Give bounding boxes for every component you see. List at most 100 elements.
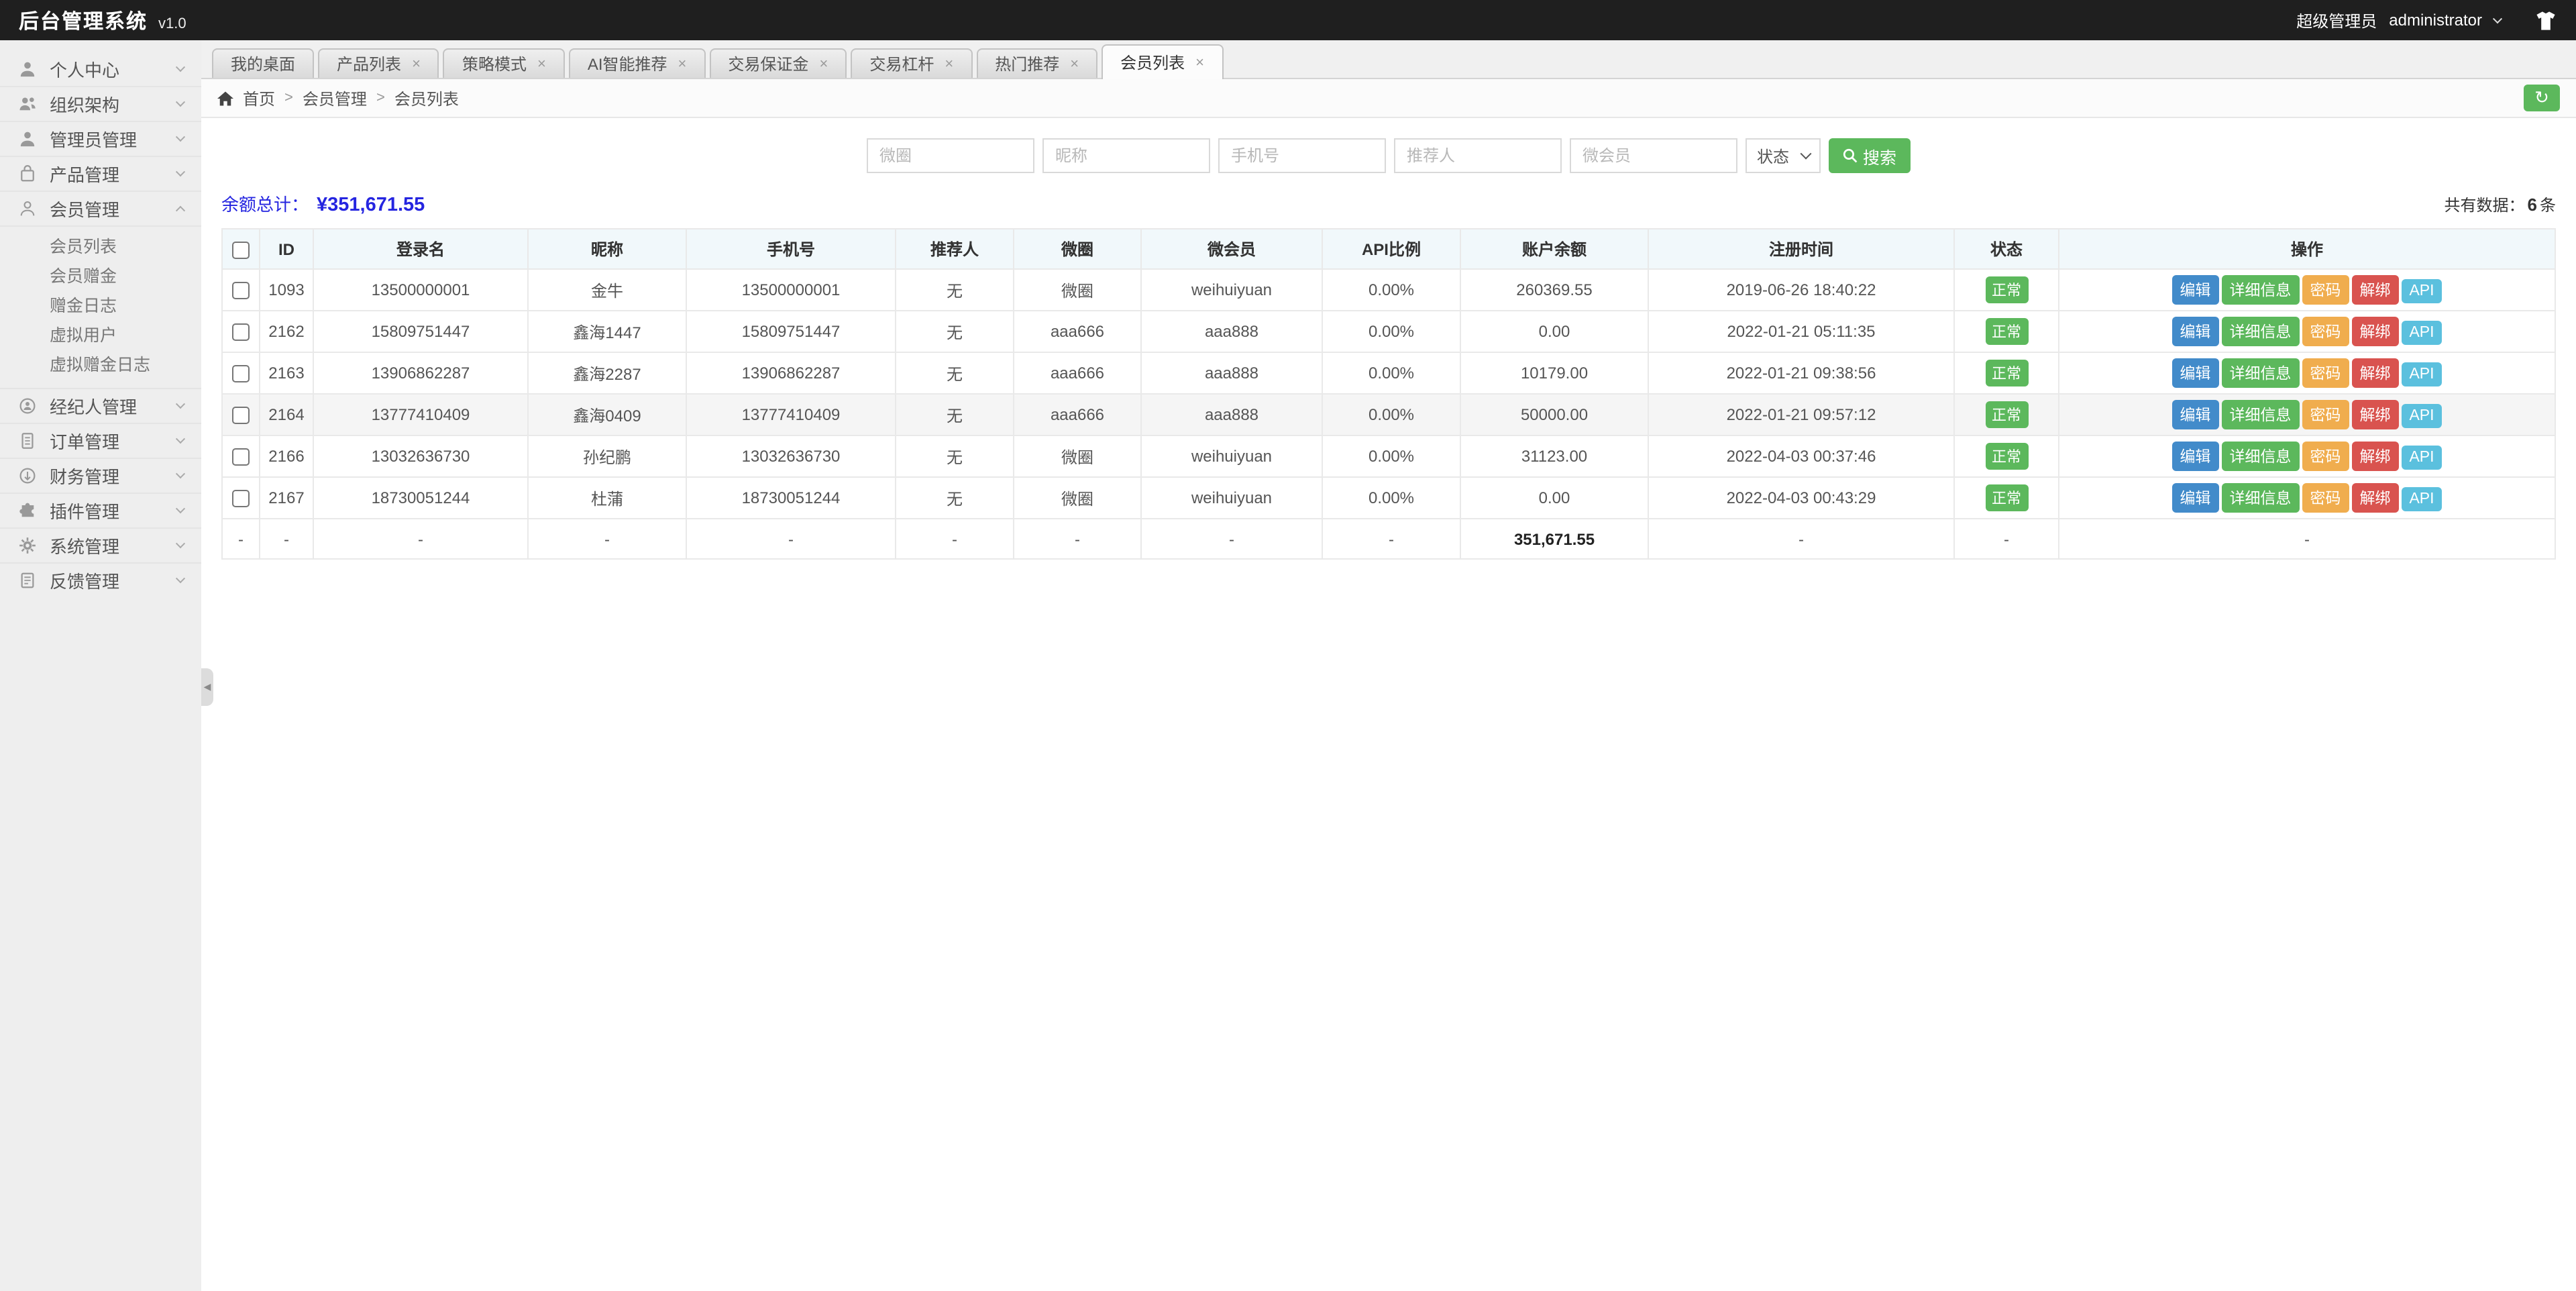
row-checkbox[interactable]: [232, 365, 250, 382]
unbind-button[interactable]: 解绑: [2351, 483, 2398, 513]
sidebar-subitem-0[interactable]: 会员列表: [0, 232, 201, 262]
edit-button[interactable]: 编辑: [2171, 442, 2218, 471]
sidebar-item-9[interactable]: 系统管理: [0, 527, 201, 562]
status-select[interactable]: 状态: [1746, 138, 1821, 173]
password-button[interactable]: 密码: [2302, 442, 2349, 471]
sidebar-item-5[interactable]: 经纪人管理: [0, 388, 201, 423]
detail-button[interactable]: 详细信息: [2221, 483, 2299, 513]
cell-id: 2166: [260, 435, 313, 477]
api-button[interactable]: API: [2401, 279, 2442, 303]
user-menu[interactable]: 超级管理员 administrator: [2296, 9, 2557, 32]
breadcrumb-separator: >: [284, 90, 293, 106]
password-button[interactable]: 密码: [2302, 483, 2349, 513]
tab-3[interactable]: AI智能推荐×: [569, 48, 706, 78]
search-input-1[interactable]: [1043, 138, 1211, 173]
unbind-button[interactable]: 解绑: [2351, 358, 2398, 388]
detail-button[interactable]: 详细信息: [2221, 442, 2299, 471]
members-table: ID登录名昵称手机号推荐人微圈微会员API比例账户余额注册时间状态操作 1093…: [221, 228, 2556, 560]
sidebar-item-4[interactable]: 会员管理: [0, 191, 201, 225]
edit-button[interactable]: 编辑: [2171, 275, 2218, 305]
tab-4[interactable]: 交易保证金×: [709, 48, 847, 78]
breadcrumb-item-1[interactable]: 会员管理: [303, 87, 367, 109]
tab-7[interactable]: 会员列表×: [1102, 44, 1223, 79]
cell-circle: aaa666: [1014, 352, 1141, 394]
search-input-0[interactable]: [867, 138, 1035, 173]
detail-button[interactable]: 详细信息: [2221, 400, 2299, 429]
edit-button[interactable]: 编辑: [2171, 483, 2218, 513]
edit-button[interactable]: 编辑: [2171, 400, 2218, 429]
row-checkbox[interactable]: [232, 282, 250, 299]
cell-login: 13500000001: [313, 269, 528, 311]
sidebar-item-3[interactable]: 产品管理: [0, 156, 201, 191]
sidebar-subitem-1[interactable]: 会员赠金: [0, 262, 201, 291]
sidebar-item-7[interactable]: 财务管理: [0, 458, 201, 493]
unbind-button[interactable]: 解绑: [2351, 317, 2398, 346]
theme-tshirt-icon[interactable]: [2534, 10, 2557, 30]
finance-icon: [17, 466, 38, 485]
api-button[interactable]: API: [2401, 404, 2442, 428]
close-icon[interactable]: ×: [678, 56, 687, 72]
close-icon[interactable]: ×: [1195, 54, 1204, 70]
select-all-checkbox[interactable]: [232, 241, 250, 258]
tab-6[interactable]: 热门推荐×: [976, 48, 1097, 78]
row-checkbox[interactable]: [232, 407, 250, 424]
password-button[interactable]: 密码: [2302, 358, 2349, 388]
sidebar-subitem-3[interactable]: 虚拟用户: [0, 321, 201, 350]
close-icon[interactable]: ×: [412, 56, 421, 72]
cell-member: aaa888: [1141, 352, 1322, 394]
cell-balance: 50000.00: [1460, 394, 1648, 435]
breadcrumb-item-0[interactable]: 首页: [243, 87, 275, 109]
unbind-button[interactable]: 解绑: [2351, 275, 2398, 305]
footer-cell-9: 351,671.55: [1460, 519, 1648, 559]
search-input-2[interactable]: [1219, 138, 1387, 173]
edit-button[interactable]: 编辑: [2171, 358, 2218, 388]
cell-api: 0.00%: [1322, 352, 1460, 394]
row-checkbox[interactable]: [232, 490, 250, 507]
search-input-4[interactable]: [1570, 138, 1738, 173]
chevron-down-icon: [176, 132, 185, 142]
detail-button[interactable]: 详细信息: [2221, 275, 2299, 305]
sidebar-item-6[interactable]: 订单管理: [0, 423, 201, 458]
unbind-button[interactable]: 解绑: [2351, 442, 2398, 471]
count-value: 6: [2528, 195, 2537, 215]
column-header-10: 状态: [1954, 229, 2059, 269]
sidebar-subitem-2[interactable]: 赠金日志: [0, 291, 201, 321]
cell-referrer: 无: [896, 477, 1014, 519]
sidebar-item-2[interactable]: 管理员管理: [0, 121, 201, 156]
api-button[interactable]: API: [2401, 446, 2442, 470]
cell-member: weihuiyuan: [1141, 269, 1322, 311]
row-checkbox[interactable]: [232, 323, 250, 341]
tab-1[interactable]: 产品列表×: [318, 48, 439, 78]
sidebar-item-1[interactable]: 组织架构: [0, 86, 201, 121]
sidebar-item-8[interactable]: 插件管理: [0, 493, 201, 527]
sidebar-collapse-handle[interactable]: ◀: [201, 668, 213, 706]
member-icon: [17, 199, 38, 218]
close-icon[interactable]: ×: [945, 56, 953, 72]
password-button[interactable]: 密码: [2302, 317, 2349, 346]
detail-button[interactable]: 详细信息: [2221, 317, 2299, 346]
sidebar-item-10[interactable]: 反馈管理: [0, 562, 201, 597]
status-badge: 正常: [1985, 484, 2028, 511]
row-checkbox[interactable]: [232, 448, 250, 466]
api-button[interactable]: API: [2401, 487, 2442, 511]
tab-2[interactable]: 策略模式×: [443, 48, 565, 78]
tab-0[interactable]: 我的桌面: [212, 48, 314, 78]
close-icon[interactable]: ×: [819, 56, 828, 72]
search-button[interactable]: 搜索: [1829, 138, 1910, 173]
tab-5[interactable]: 交易杠杆×: [851, 48, 972, 78]
footer-cell-4: -: [686, 519, 896, 559]
sidebar-subitem-4[interactable]: 虚拟赠金日志: [0, 350, 201, 380]
breadcrumb-item-2[interactable]: 会员列表: [394, 87, 459, 109]
edit-button[interactable]: 编辑: [2171, 317, 2218, 346]
refresh-button[interactable]: ↻: [2524, 85, 2560, 111]
close-icon[interactable]: ×: [537, 56, 546, 72]
api-button[interactable]: API: [2401, 321, 2442, 345]
close-icon[interactable]: ×: [1070, 56, 1079, 72]
api-button[interactable]: API: [2401, 362, 2442, 386]
password-button[interactable]: 密码: [2302, 400, 2349, 429]
password-button[interactable]: 密码: [2302, 275, 2349, 305]
search-input-3[interactable]: [1395, 138, 1562, 173]
unbind-button[interactable]: 解绑: [2351, 400, 2398, 429]
detail-button[interactable]: 详细信息: [2221, 358, 2299, 388]
sidebar-item-0[interactable]: 个人中心: [0, 51, 201, 86]
